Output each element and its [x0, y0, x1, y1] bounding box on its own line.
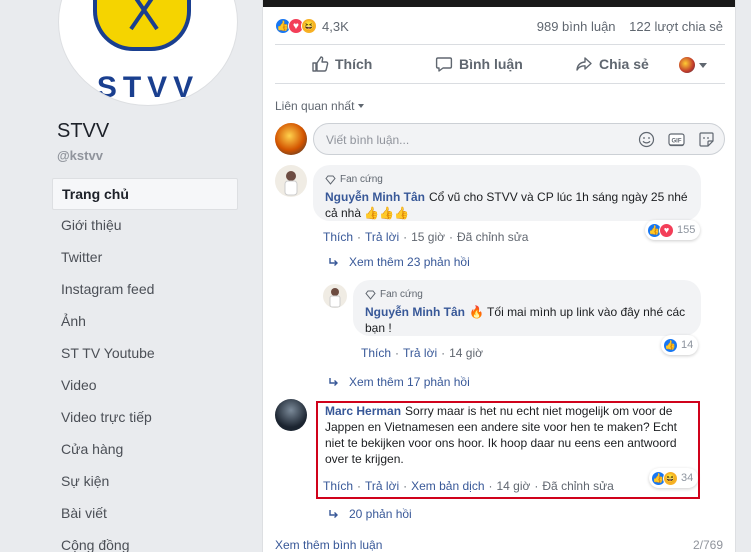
current-user-avatar[interactable] [275, 123, 307, 155]
comment-time[interactable]: 15 giờ [411, 230, 445, 244]
comment-input[interactable]: Viết bình luận... GIF [313, 123, 725, 155]
reply-reply-link[interactable]: Trả lời [403, 346, 437, 360]
comment-button-label: Bình luận [459, 56, 523, 72]
emoji-icon[interactable] [638, 131, 655, 148]
nav-item-videos[interactable]: Video [52, 370, 238, 402]
like-button[interactable]: Thích [311, 55, 372, 73]
reply-author[interactable]: Nguyễn Minh Tân [365, 305, 465, 319]
diamond-icon [365, 290, 376, 300]
reply-bubble: Fan cứng Nguyễn Minh Tân 🔥 Tối mai mình u… [353, 280, 701, 336]
comment-reply-link[interactable]: Trả lời [365, 230, 399, 244]
share-as-dropdown-icon[interactable] [699, 63, 707, 68]
nav-item-community[interactable]: Cộng đồng [52, 530, 238, 552]
nav-item-live-videos[interactable]: Video trực tiếp [52, 402, 238, 434]
caret-down-icon [358, 104, 365, 108]
commenter-avatar[interactable] [275, 399, 307, 431]
post-reactions-summary[interactable]: 👍 ♥ 😆 4,3K [275, 17, 349, 35]
reaction-count: 4,3K [322, 18, 349, 34]
like-reaction-icon: 👍 [663, 337, 678, 353]
diamond-icon [325, 175, 336, 185]
reply-arrow-icon [329, 258, 338, 266]
reply-meta: Thích · Trả lời · 14 giờ [361, 346, 483, 360]
svg-text:GIF: GIF [672, 139, 682, 145]
sticker-icon[interactable] [698, 131, 715, 148]
view-replies-link[interactable]: 20 phản hồi [329, 507, 412, 521]
comment-sort-dropdown[interactable]: Liên quan nhất [275, 99, 365, 113]
comment-reaction-count: 155 [677, 224, 696, 236]
post-action-bar: Thích Bình luận Chia sẻ [275, 44, 725, 84]
highlight-annotation-box [316, 401, 700, 499]
reply-arrow-icon [329, 510, 338, 518]
comment-edited[interactable]: Đã chỉnh sửa [457, 230, 528, 244]
top-fan-badge: Fan cứng [325, 172, 689, 188]
comment-bubble: Fan cứng Nguyễn Minh Tân Cổ vũ cho STVV v… [313, 165, 701, 221]
top-fan-label: Fan cứng [380, 289, 423, 300]
person-photo-icon [329, 288, 341, 308]
nav-item-home[interactable]: Trang chủ [52, 178, 238, 210]
nav-item-instagram[interactable]: Instagram feed [52, 274, 238, 306]
club-crest-shield-icon [93, 0, 191, 51]
comment-sort-label: Liên quan nhất [275, 99, 355, 113]
share-arrow-icon [576, 57, 592, 71]
commenter-avatar[interactable] [275, 165, 307, 197]
comment-reactions-badge[interactable]: 👍 ♥ 155 [645, 220, 701, 240]
share-as-avatar[interactable] [679, 57, 695, 73]
reply-time[interactable]: 14 giờ [449, 346, 483, 360]
view-more-replies-label: Xem thêm 17 phản hồi [349, 375, 470, 389]
post-stats: 989 bình luận 122 lượt chia sẻ [537, 19, 723, 34]
thumbs-up-icon [312, 56, 329, 72]
crossed-keys-icon [129, 0, 159, 31]
reply-reaction-count: 14 [681, 339, 694, 351]
view-replies-label: 20 phản hồi [349, 507, 412, 521]
haha-reaction-icon: 😆 [301, 18, 317, 34]
nav-item-about[interactable]: Giới thiệu [52, 210, 238, 242]
nav-item-events[interactable]: Sự kiện [52, 466, 238, 498]
comment-input-placeholder: Viết bình luận... [326, 133, 410, 147]
page-name[interactable]: STVV [57, 120, 109, 143]
comment-icon [435, 57, 453, 72]
nav-item-photos[interactable]: Ảnh [52, 306, 238, 338]
page-handle[interactable]: @kstvv [57, 148, 103, 163]
logo-text: STVV [96, 71, 200, 104]
view-more-replies-label: Xem thêm 23 phản hồi [349, 255, 470, 269]
page-nav: Trang chủ Giới thiệu Twitter Instagram f… [52, 178, 238, 552]
love-reaction-icon: ♥ [659, 222, 674, 238]
nav-item-youtube[interactable]: ST TV Youtube [52, 338, 238, 370]
page-profile-picture[interactable]: STVV [58, 0, 238, 106]
comment-button[interactable]: Bình luận [435, 55, 523, 73]
share-button[interactable]: Chia sẻ [575, 55, 649, 73]
nav-item-twitter[interactable]: Twitter [52, 242, 238, 274]
comment-meta: Thích · Trả lời · 15 giờ · Đã chỉnh sửa [323, 230, 529, 244]
comment-author[interactable]: Nguyễn Minh Tân [325, 190, 425, 204]
share-button-label: Chia sẻ [599, 56, 649, 72]
post-video-bottom[interactable] [263, 0, 735, 7]
reply-author-avatar[interactable] [323, 284, 347, 308]
view-more-comments-link[interactable]: Xem thêm bình luận [275, 538, 382, 552]
comments-count-link[interactable]: 989 bình luận [537, 19, 616, 34]
view-more-replies-link[interactable]: Xem thêm 23 phản hồi [329, 255, 470, 269]
person-photo-icon [284, 171, 298, 196]
page-sidebar: STVV STVV @kstvv Trang chủ Giới thiệu Tw… [0, 0, 252, 552]
reply-reactions-badge[interactable]: 👍 14 [661, 335, 699, 355]
nav-item-shop[interactable]: Cửa hàng [52, 434, 238, 466]
top-fan-label: Fan cứng [340, 174, 383, 185]
like-button-label: Thích [335, 56, 373, 72]
gif-icon[interactable]: GIF [668, 131, 685, 148]
comments-pagination-count: 2/769 [692, 538, 723, 552]
nav-item-posts[interactable]: Bài viết [52, 498, 238, 530]
comment-like-link[interactable]: Thích [323, 230, 353, 244]
reply-like-link[interactable]: Thích [361, 346, 391, 360]
reply-arrow-icon [329, 378, 338, 386]
top-fan-badge: Fan cứng [365, 287, 689, 303]
shares-count-link[interactable]: 122 lượt chia sẻ [629, 19, 723, 34]
view-more-replies-link[interactable]: Xem thêm 17 phản hồi [329, 375, 470, 389]
